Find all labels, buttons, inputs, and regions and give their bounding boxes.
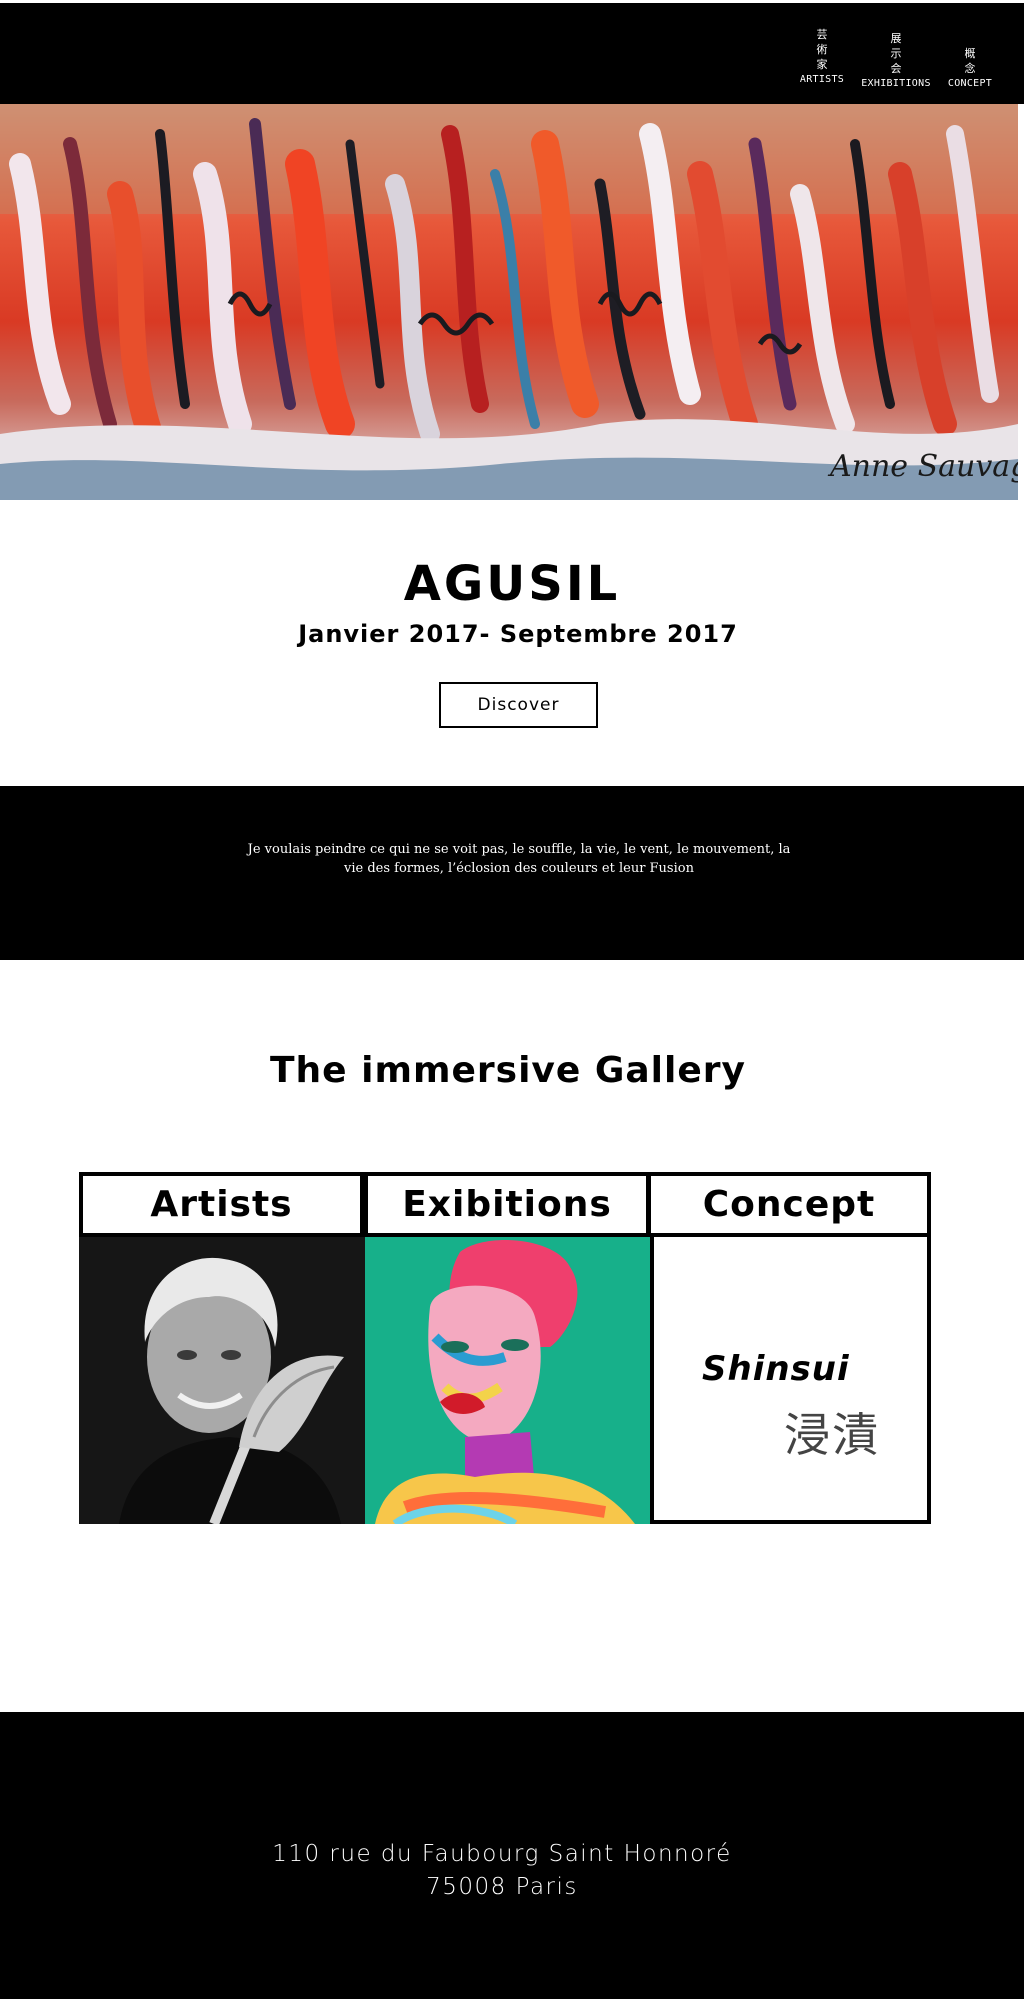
site-footer: 110 rue du Faubourg Saint Honnoré 75008 … (0, 1712, 1024, 1999)
exhibition-painting-card[interactable] (365, 1237, 650, 1524)
tab-concept[interactable]: Concept (647, 1172, 931, 1237)
painting-signature: Anne Sauvage (827, 449, 1018, 484)
nav-kanji: 術 (816, 43, 828, 56)
tab-exhibitions[interactable]: Exibitions (364, 1172, 650, 1237)
hero-painting: Anne Sauvage (0, 104, 1018, 500)
nav-kanji: 示 (890, 47, 902, 60)
nav-label: EXHIBITIONS (861, 78, 931, 89)
nav-kanji: 念 (964, 62, 976, 75)
exhibition-title: AGUSIL (403, 556, 621, 612)
concept-kanji: 浸漬 (784, 1408, 880, 1462)
address-line-2: 75008 Paris (426, 1874, 578, 1900)
quote-line-2: vie des formes, l’éclosion des couleurs … (344, 861, 694, 876)
nav-kanji: 会 (890, 62, 902, 75)
nav-label: ARTISTS (799, 74, 845, 85)
artist-quote: Je voulais peindre ce qui ne se voit pas… (0, 840, 1024, 878)
nav-kanji: 展 (890, 32, 902, 45)
site-header: 芸 術 家 ARTISTS 展 示 会 EXHIBITIONS 概 念 CONC… (0, 0, 1024, 104)
nav-kanji: 家 (816, 58, 828, 71)
gallery-title: The immersive Gallery (269, 1050, 746, 1091)
nav-item-exhibitions[interactable]: 展 示 会 EXHIBITIONS (860, 23, 932, 89)
artist-portrait-card[interactable] (79, 1237, 365, 1524)
nav-item-artists[interactable]: 芸 術 家 ARTISTS (784, 23, 860, 89)
artist-portrait-image (79, 1237, 365, 1524)
quote-band: Je voulais peindre ce qui ne se voit pas… (0, 786, 1024, 960)
concept-card[interactable]: Shinsui 浸漬 (650, 1237, 931, 1524)
abstract-painting-image: Anne Sauvage (0, 104, 1018, 500)
quote-line-1: Je voulais peindre ce qui ne se voit pas… (247, 842, 791, 857)
discover-button[interactable]: Discover (439, 682, 598, 728)
nav-kanji: 概 (964, 47, 976, 60)
tab-artists[interactable]: Artists (79, 1172, 364, 1237)
gallery-address: 110 rue du Faubourg Saint Honnoré 75008 … (0, 1838, 1004, 1904)
exhibition-dates: Janvier 2017- Septembre 2017 (298, 620, 738, 648)
portrait-painting-image (365, 1237, 650, 1524)
nav-item-concept[interactable]: 概 念 CONCEPT (932, 23, 1008, 89)
address-line-1: 110 rue du Faubourg Saint Honnoré (272, 1841, 732, 1867)
main-nav: 芸 術 家 ARTISTS 展 示 会 EXHIBITIONS 概 念 CONC… (784, 23, 1008, 89)
concept-name: Shinsui (702, 1349, 850, 1389)
nav-kanji: 芸 (816, 28, 828, 41)
nav-label: CONCEPT (947, 78, 993, 89)
